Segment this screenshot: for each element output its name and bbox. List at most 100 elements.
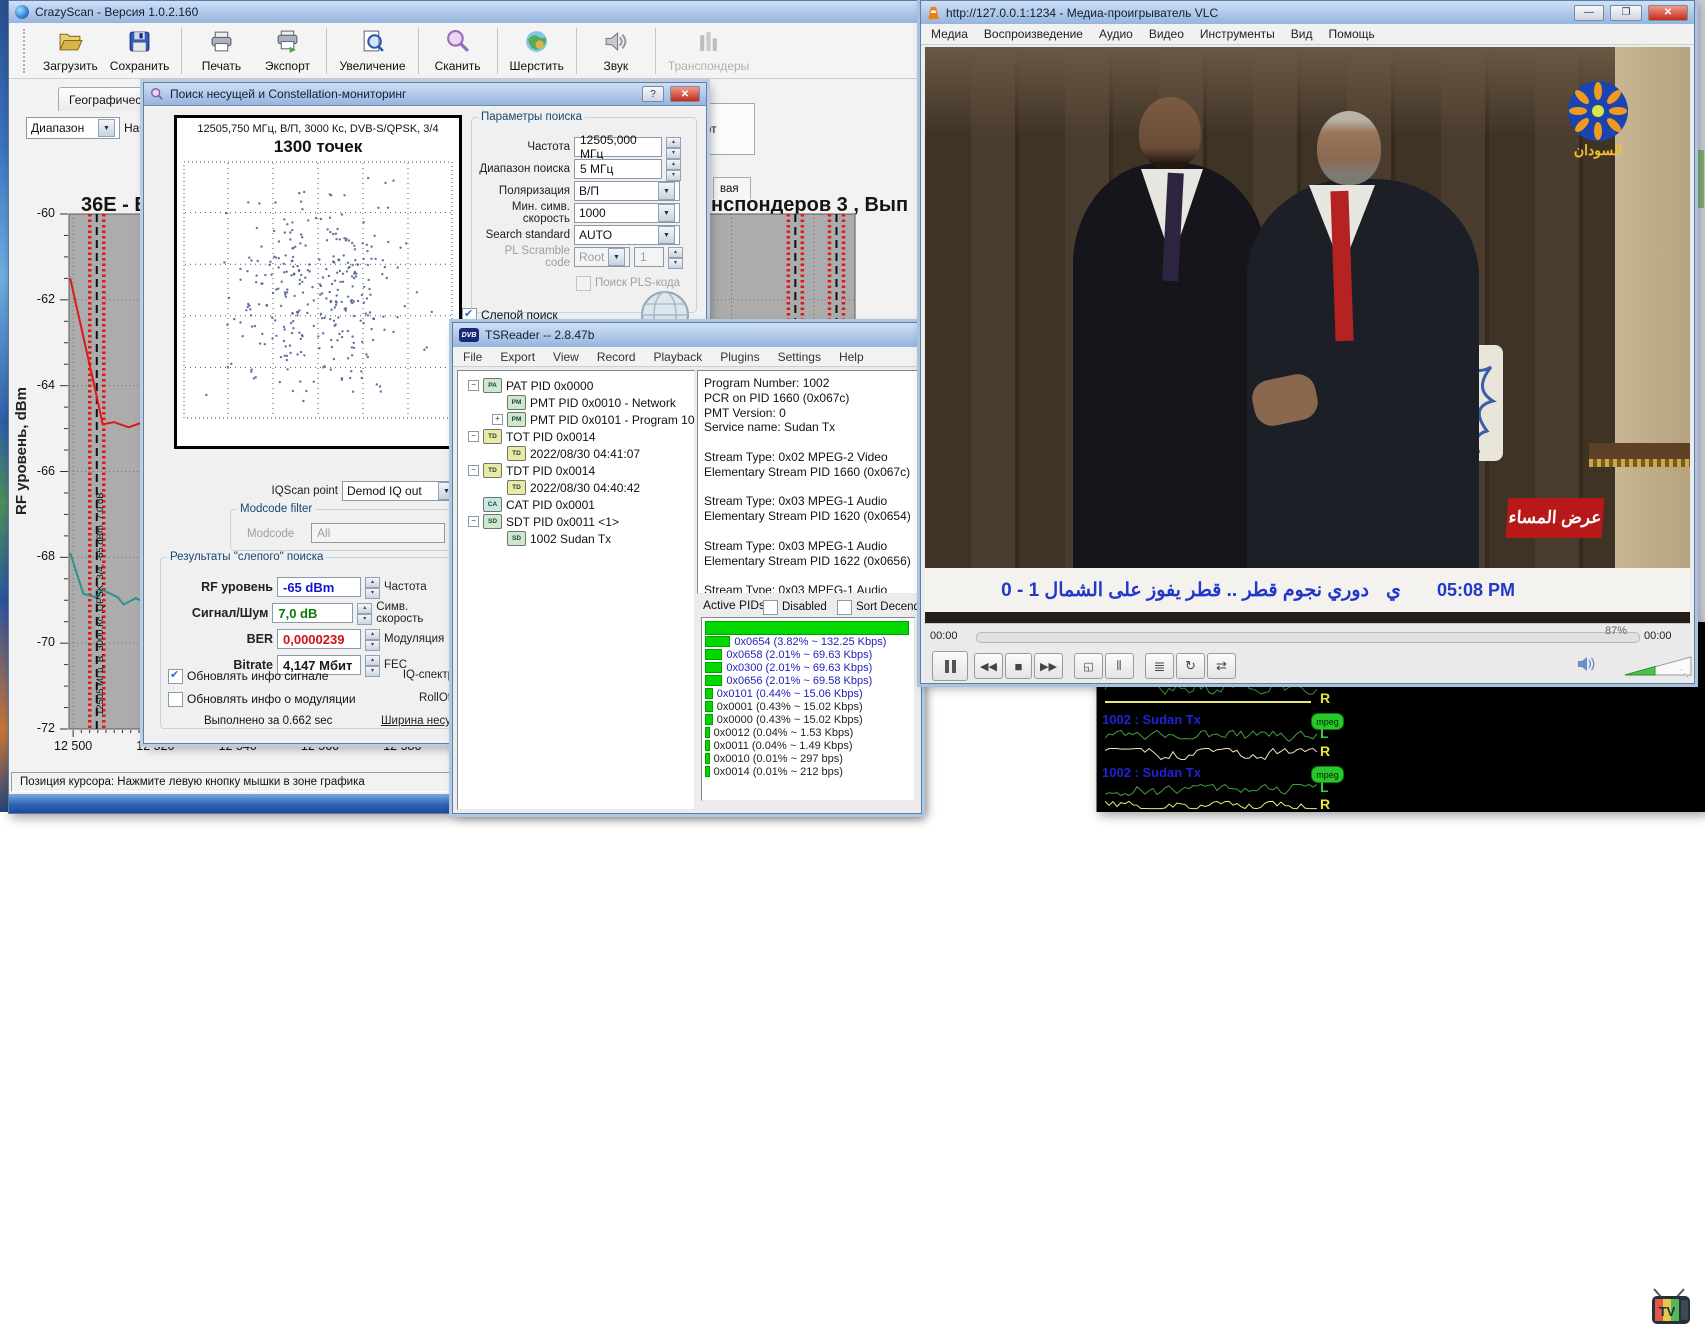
pause-button[interactable] (932, 651, 968, 681)
active-pid-row[interactable]: 0x0014 (0.01% ~ 212 bps) (705, 765, 914, 778)
pl-scramble-value[interactable]: 1 (634, 247, 664, 267)
active-pid-row[interactable]: 0x0010 (0.01% ~ 297 bps) (705, 752, 914, 765)
active-pid-row[interactable]: 0x0011 (0.04% ~ 1.49 Kbps) (705, 739, 914, 752)
polarization-select[interactable]: В/П▼ (574, 181, 680, 201)
tree-item[interactable]: −SDSDT PID 0x0011 <1> (462, 513, 694, 530)
vlc-menu-помощь[interactable]: Помощь (1328, 27, 1374, 41)
active-pid-row[interactable]: 0x0656 (2.01% ~ 69.58 Kbps) (705, 674, 914, 687)
toolbar-button-2[interactable]: Печать (188, 24, 254, 78)
frequency-input[interactable]: 12505,000 МГц (574, 137, 662, 157)
vlc-menu-видео[interactable]: Видео (1149, 27, 1184, 41)
video-area[interactable]: السودان عرض المساء دوري نجوم قطر .. قطر … (925, 47, 1690, 623)
vlc-menu-аудио[interactable]: Аудио (1099, 27, 1133, 41)
close-icon[interactable]: ✕ (670, 86, 700, 102)
tsreader-menu-view[interactable]: View (553, 350, 579, 364)
tree-item[interactable]: −PAPAT PID 0x0000 (462, 377, 694, 394)
dialog-titlebar[interactable]: Поиск несущей и Constellation-мониторинг… (144, 83, 706, 106)
tree-item[interactable]: +PMPMT PID 0x0101 - Program 1002 (462, 411, 694, 428)
update-modulation-checkbox[interactable] (168, 692, 183, 707)
pl-scramble-select[interactable]: Root▼ (574, 247, 630, 267)
partial-tab[interactable]: вая (713, 177, 751, 199)
next-button[interactable]: ▶▶ (1034, 653, 1063, 679)
seek-slider[interactable] (976, 632, 1640, 643)
vlc-menu-медиа[interactable]: Медиа (931, 27, 968, 41)
tree-item[interactable]: TD2022/08/30 04:41:07 (462, 445, 694, 462)
chevron-down-icon[interactable]: ▼ (98, 119, 115, 137)
tsreader-menu-export[interactable]: Export (500, 350, 535, 364)
tree-item[interactable]: −TDTOT PID 0x0014 (462, 428, 694, 445)
modcode-input[interactable]: All (311, 523, 445, 543)
vlc-titlebar[interactable]: http://127.0.0.1:1234 - Медиа-проигрыват… (921, 1, 1694, 25)
pls-search-checkbox[interactable] (576, 276, 591, 291)
tsreader-menu-file[interactable]: File (463, 350, 482, 364)
toolbar-button-6[interactable]: Шерстить (504, 24, 570, 78)
help-button[interactable]: ? (642, 86, 664, 102)
tsreader-titlebar[interactable]: DVB TSReader -- 2.8.47b (453, 323, 921, 348)
previous-button[interactable]: ◀◀ (974, 653, 1003, 679)
tree-item[interactable]: −TDTDT PID 0x0014 (462, 462, 694, 479)
rolloff-label[interactable]: RollOff (390, 692, 454, 704)
pid-tree-panel[interactable]: −PAPAT PID 0x0000PMPMT PID 0x0010 - Netw… (457, 370, 695, 810)
active-pid-row[interactable]: 0x0300 (2.01% ~ 69.63 Kbps) (705, 661, 914, 674)
tree-expander-icon[interactable]: − (468, 380, 479, 391)
range-combobox[interactable]: Диапазон▼ (26, 117, 120, 139)
active-pid-row[interactable]: 0x0654 (3.82% ~ 132.25 Kbps) (705, 635, 914, 648)
ber-stepper[interactable]: ▴▾ (365, 629, 380, 649)
bitrate-stepper[interactable]: ▴▾ (365, 655, 380, 675)
tsreader-menu-settings[interactable]: Settings (778, 350, 821, 364)
vlc-menu-воспроизведение[interactable]: Воспроизведение (984, 27, 1083, 41)
shuffle-icon[interactable]: ⇄ (1207, 653, 1236, 679)
tree-expander-icon[interactable]: − (468, 465, 479, 476)
search-range-input[interactable]: 5 МГц (574, 159, 662, 179)
search-standard-select[interactable]: AUTO▼ (574, 225, 680, 245)
active-pid-row[interactable]: 0x0101 (0.44% ~ 15.06 Kbps) (705, 687, 914, 700)
vlc-menu-инструменты[interactable]: Инструменты (1200, 27, 1275, 41)
tree-expander-icon[interactable]: + (492, 414, 503, 425)
toolbar-button-5[interactable]: Сканить (425, 24, 491, 78)
toolbar-button-4[interactable]: Увеличение (333, 24, 411, 78)
tsreader-menu-help[interactable]: Help (839, 350, 864, 364)
tree-item[interactable]: TD2022/08/30 04:40:42 (462, 479, 694, 496)
snr-stepper[interactable]: ▴▾ (357, 603, 372, 623)
active-pids-list[interactable]: 0x0654 (3.82% ~ 132.25 Kbps)0x0658 (2.01… (701, 617, 915, 801)
vlc-menu-вид[interactable]: Вид (1291, 27, 1313, 41)
minimize-icon[interactable]: — (1574, 5, 1604, 21)
tree-expander-icon[interactable]: − (468, 431, 479, 442)
tsreader-menu-record[interactable]: Record (597, 350, 636, 364)
search-range-stepper[interactable]: ▴▾ (666, 159, 681, 179)
toolbar-button-0[interactable]: Загрузить (37, 24, 104, 78)
tree-expander-icon[interactable]: − (468, 516, 479, 527)
active-pid-row[interactable]: 0x0000 (0.43% ~ 15.02 Kbps) (705, 713, 914, 726)
tree-item[interactable]: PMPMT PID 0x0010 - Network (462, 394, 694, 411)
close-icon[interactable]: ✕ (1648, 5, 1688, 21)
stop-button[interactable]: ■ (1005, 653, 1032, 679)
disabled-checkbox[interactable] (763, 600, 778, 615)
fullscreen-button[interactable]: ◱ (1074, 653, 1103, 679)
crazyscan-titlebar[interactable]: CrazyScan - Версия 1.0.2.160 (9, 1, 921, 24)
sort-descending-checkbox[interactable] (837, 600, 852, 615)
speaker-icon[interactable] (1576, 655, 1596, 673)
blind-search-checkbox[interactable] (462, 308, 477, 323)
tsreader-menu-playback[interactable]: Playback (654, 350, 703, 364)
tree-item[interactable]: SD1002 Sudan Tx (462, 530, 694, 547)
resize-grip[interactable]: ⋱ (1680, 668, 1690, 678)
active-pid-row[interactable]: 0x0658 (2.01% ~ 69.63 Kbps) (705, 648, 914, 661)
tsreader-menu-plugins[interactable]: Plugins (720, 350, 759, 364)
toolbar-button-7[interactable]: Звук (583, 24, 649, 78)
maximize-icon[interactable]: ❐ (1610, 5, 1642, 21)
toolbar-button-3[interactable]: Экспорт (254, 24, 320, 78)
active-pid-row[interactable]: 0x0001 (0.43% ~ 15.02 Kbps) (705, 700, 914, 713)
toolbar-drag-handle[interactable] (23, 29, 29, 73)
min-symbol-rate-select[interactable]: 1000▼ (574, 203, 680, 223)
frequency-stepper[interactable]: ▴▾ (666, 137, 681, 157)
loop-icon[interactable]: ↻ (1176, 653, 1205, 679)
update-signal-checkbox[interactable] (168, 669, 183, 684)
active-pid-row[interactable] (705, 621, 914, 635)
playlist-button[interactable]: ≣ (1145, 653, 1174, 679)
tree-item[interactable]: CACAT PID 0x0001 (462, 496, 694, 513)
rf-level-stepper[interactable]: ▴▾ (365, 577, 380, 597)
iq-spectrum-label[interactable]: IQ-спектр (390, 669, 454, 681)
iqscan-select[interactable]: Demod IQ out▼ (342, 481, 460, 501)
toolbar-button-1[interactable]: Сохранить (104, 24, 176, 78)
extended-settings-button[interactable]: ⫼ (1105, 653, 1134, 679)
